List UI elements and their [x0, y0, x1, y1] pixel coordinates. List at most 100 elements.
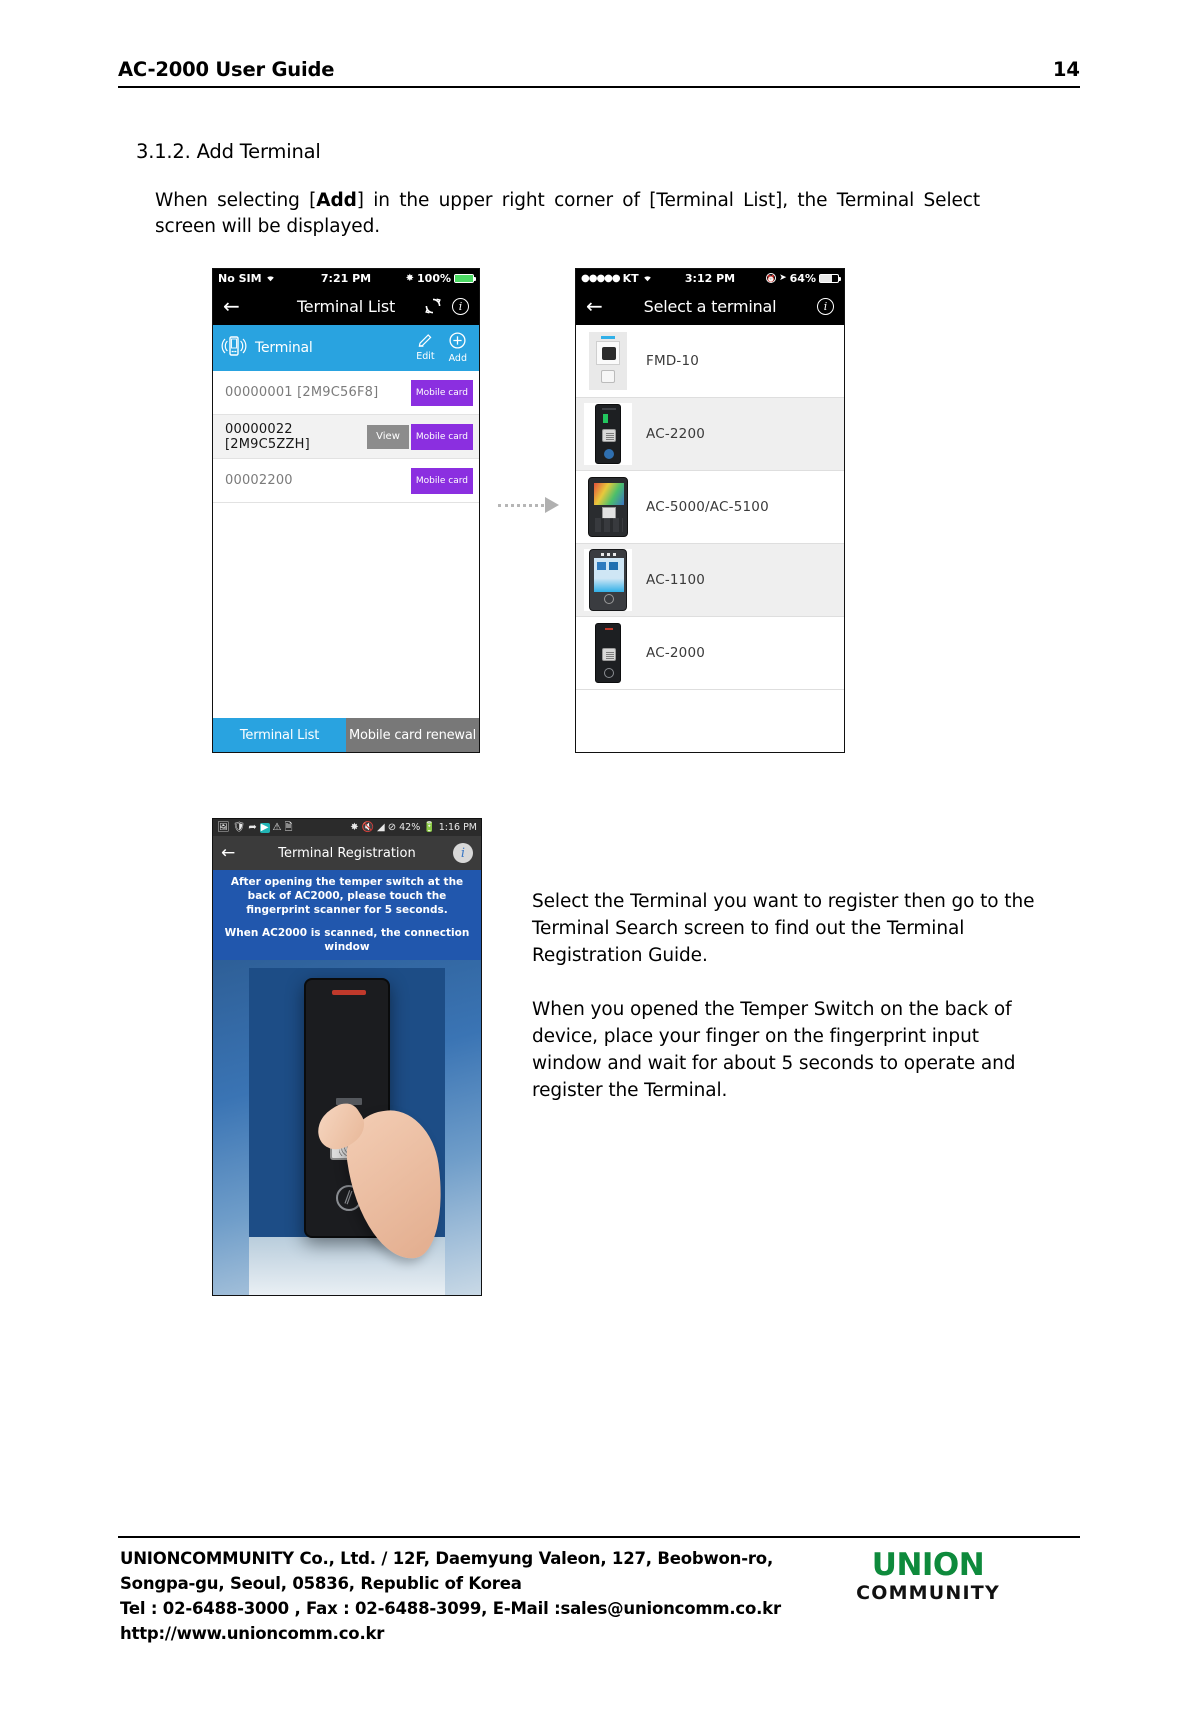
- list-item[interactable]: AC-2000: [576, 617, 844, 690]
- terminal-section-label: Terminal: [255, 340, 313, 356]
- company-logo: UNION COMMUNITY: [840, 1548, 1016, 1604]
- footer-line-3: Tel : 02-6488-3000 , Fax : 02-6488-3099,…: [120, 1599, 781, 1618]
- edit-label: Edit: [416, 351, 435, 362]
- header-page-number: 14: [1052, 58, 1080, 81]
- logo-word: COMMUNITY: [856, 1582, 1000, 1604]
- list-item[interactable]: AC-1100: [576, 544, 844, 617]
- plus-circle-icon: [449, 332, 466, 352]
- status-right: ✸ 100%: [405, 272, 476, 285]
- tab-terminal-list[interactable]: Terminal List: [213, 718, 346, 752]
- mobile-card-button[interactable]: Mobile card: [410, 467, 473, 494]
- shield-icon: 🛡: [232, 821, 246, 833]
- back-arrow-icon[interactable]: ←: [586, 296, 603, 316]
- device-photo: [213, 960, 481, 1295]
- terminal-id-label: 00002200: [225, 473, 293, 488]
- bluetooth-icon: ✸: [350, 821, 359, 833]
- navbar-actions: i: [817, 297, 834, 315]
- device-label: AC-5000/AC-5100: [646, 499, 769, 515]
- terminal-section-actions: Edit Add: [416, 332, 471, 364]
- device-label: AC-1100: [646, 572, 706, 588]
- tab-mobile-card-renewal[interactable]: Mobile card renewal: [346, 718, 479, 752]
- info-icon[interactable]: i: [452, 297, 469, 315]
- ac2000-device-icon: [595, 623, 621, 683]
- info-icon[interactable]: i: [817, 297, 834, 315]
- info-icon[interactable]: i: [453, 843, 473, 863]
- block-icon: ⊘: [387, 821, 397, 833]
- actionbar-title: Terminal Registration: [278, 845, 416, 861]
- footer-divider: [118, 1536, 1080, 1538]
- table-row[interactable]: 00002200 Mobile card: [213, 459, 479, 503]
- export-icon: ➦: [248, 821, 257, 833]
- ac1100-device-icon: [589, 549, 627, 611]
- edit-button[interactable]: Edit: [416, 332, 435, 364]
- device-label: AC-2200: [646, 426, 706, 442]
- battery-percent: 64%: [789, 271, 816, 285]
- terminal-broadcast-icon: [221, 333, 247, 363]
- navigation-bar: ← Select a terminal i: [576, 287, 844, 325]
- registration-connection-banner: When AC2000 is scanned, the connection w…: [213, 922, 481, 960]
- table-row[interactable]: 00000001 [2M9C56F8] Mobile card: [213, 371, 479, 415]
- navbar-title: Select a terminal: [643, 296, 777, 316]
- section-heading: 3.1.2. Add Terminal: [136, 140, 321, 163]
- intro-bold-add: Add: [316, 190, 357, 211]
- device-thumbnail-ac2200: [584, 403, 632, 465]
- device-thumbnail-fmd10: [584, 330, 632, 392]
- explanation-paragraph-1: Select the Terminal you want to register…: [532, 891, 1035, 966]
- registration-instruction-banner: After opening the temper switch at the b…: [213, 870, 481, 922]
- battery-icon: [454, 273, 476, 283]
- back-arrow-icon[interactable]: ←: [223, 296, 240, 316]
- screenshot-select-terminal: ●●●●● KT 3:12 PM ⏰ ➤ 64% ← Select a term…: [575, 268, 845, 753]
- terminal-id-label: 00000001 [2M9C56F8]: [225, 385, 379, 400]
- row-actions: View Mobile card: [367, 423, 473, 450]
- battery-charging-icon: 🔋: [423, 821, 436, 833]
- footer-line-2: Songpa-gu, Seoul, 05836, Republic of Kor…: [120, 1574, 522, 1593]
- refresh-icon[interactable]: [424, 297, 442, 315]
- table-row[interactable]: 00000022 [2M9C5ZZH] View Mobile card: [213, 415, 479, 459]
- mobile-card-button[interactable]: Mobile card: [410, 423, 473, 450]
- logo-mark: UNION: [871, 1547, 985, 1583]
- device-label: AC-2000: [646, 645, 706, 661]
- ac2200-device-icon: [595, 404, 621, 464]
- terminal-section-bar: Terminal Edit Add: [213, 325, 479, 371]
- screenshot-terminal-registration: 🖼 🛡 ➦ ▶ ⚠ 🗎 ✸ 🔇 ◢ ⊘ 42% 🔋 1:16 PM ← Term…: [212, 818, 482, 1296]
- terminal-id-label: 00000022 [2M9C5ZZH]: [225, 421, 310, 452]
- status-time: 1:16 PM: [438, 822, 477, 833]
- empty-list-area: [576, 690, 844, 752]
- fmd10-device-icon: [589, 332, 627, 390]
- document-page: AC-2000 User Guide 14 3.1.2. Add Termina…: [0, 0, 1197, 1712]
- document-icon: 🗎: [284, 821, 293, 833]
- navigation-bar: ← Terminal List i: [213, 287, 479, 325]
- back-arrow-icon[interactable]: ←: [221, 844, 235, 862]
- footer-line-1: UNIONCOMMUNITY Co., Ltd. / 12F, Daemyung…: [120, 1549, 774, 1568]
- mute-icon: 🔇: [361, 821, 375, 833]
- view-button[interactable]: View: [367, 424, 409, 449]
- android-action-bar: ← Terminal Registration i: [213, 836, 481, 870]
- status-right: ⏰ ➤ 64%: [766, 271, 841, 285]
- explanation-paragraph-2: When you opened the Temper Switch on the…: [532, 999, 1016, 1101]
- flow-arrow-icon: [498, 496, 568, 514]
- list-item[interactable]: AC-5000/AC-5100: [576, 471, 844, 544]
- footer-address: UNIONCOMMUNITY Co., Ltd. / 12F, Daemyung…: [120, 1546, 900, 1646]
- add-button[interactable]: Add: [449, 332, 467, 364]
- list-item[interactable]: FMD-10: [576, 325, 844, 398]
- add-label: Add: [448, 353, 467, 364]
- device-thumbnail-ac2000: [584, 622, 632, 684]
- mobile-card-button[interactable]: Mobile card: [410, 379, 473, 406]
- row-actions: Mobile card: [410, 467, 473, 494]
- intro-prefix: When selecting [: [155, 190, 317, 211]
- device-thumbnail-ac5000: [584, 476, 632, 538]
- device-thumbnail-ac1100: [584, 549, 632, 611]
- screenshot-terminal-list: No SIM 7:21 PM ✸ 100% ← Terminal List i …: [212, 268, 480, 753]
- image-icon: 🖼: [217, 821, 230, 833]
- warning-icon: ⚠: [272, 821, 282, 833]
- list-item[interactable]: AC-2200: [576, 398, 844, 471]
- ac5000-device-icon: [588, 477, 628, 537]
- play-icon: ▶: [259, 821, 270, 833]
- alarm-icon: ⏰: [766, 273, 777, 283]
- row-actions: Mobile card: [410, 379, 473, 406]
- bluetooth-icon: ✸: [405, 272, 415, 284]
- header-title: AC-2000 User Guide: [118, 58, 335, 81]
- ios-status-bar: ●●●●● KT 3:12 PM ⏰ ➤ 64%: [576, 269, 844, 287]
- photo-inner: [249, 968, 445, 1295]
- empty-list-area: [213, 503, 479, 718]
